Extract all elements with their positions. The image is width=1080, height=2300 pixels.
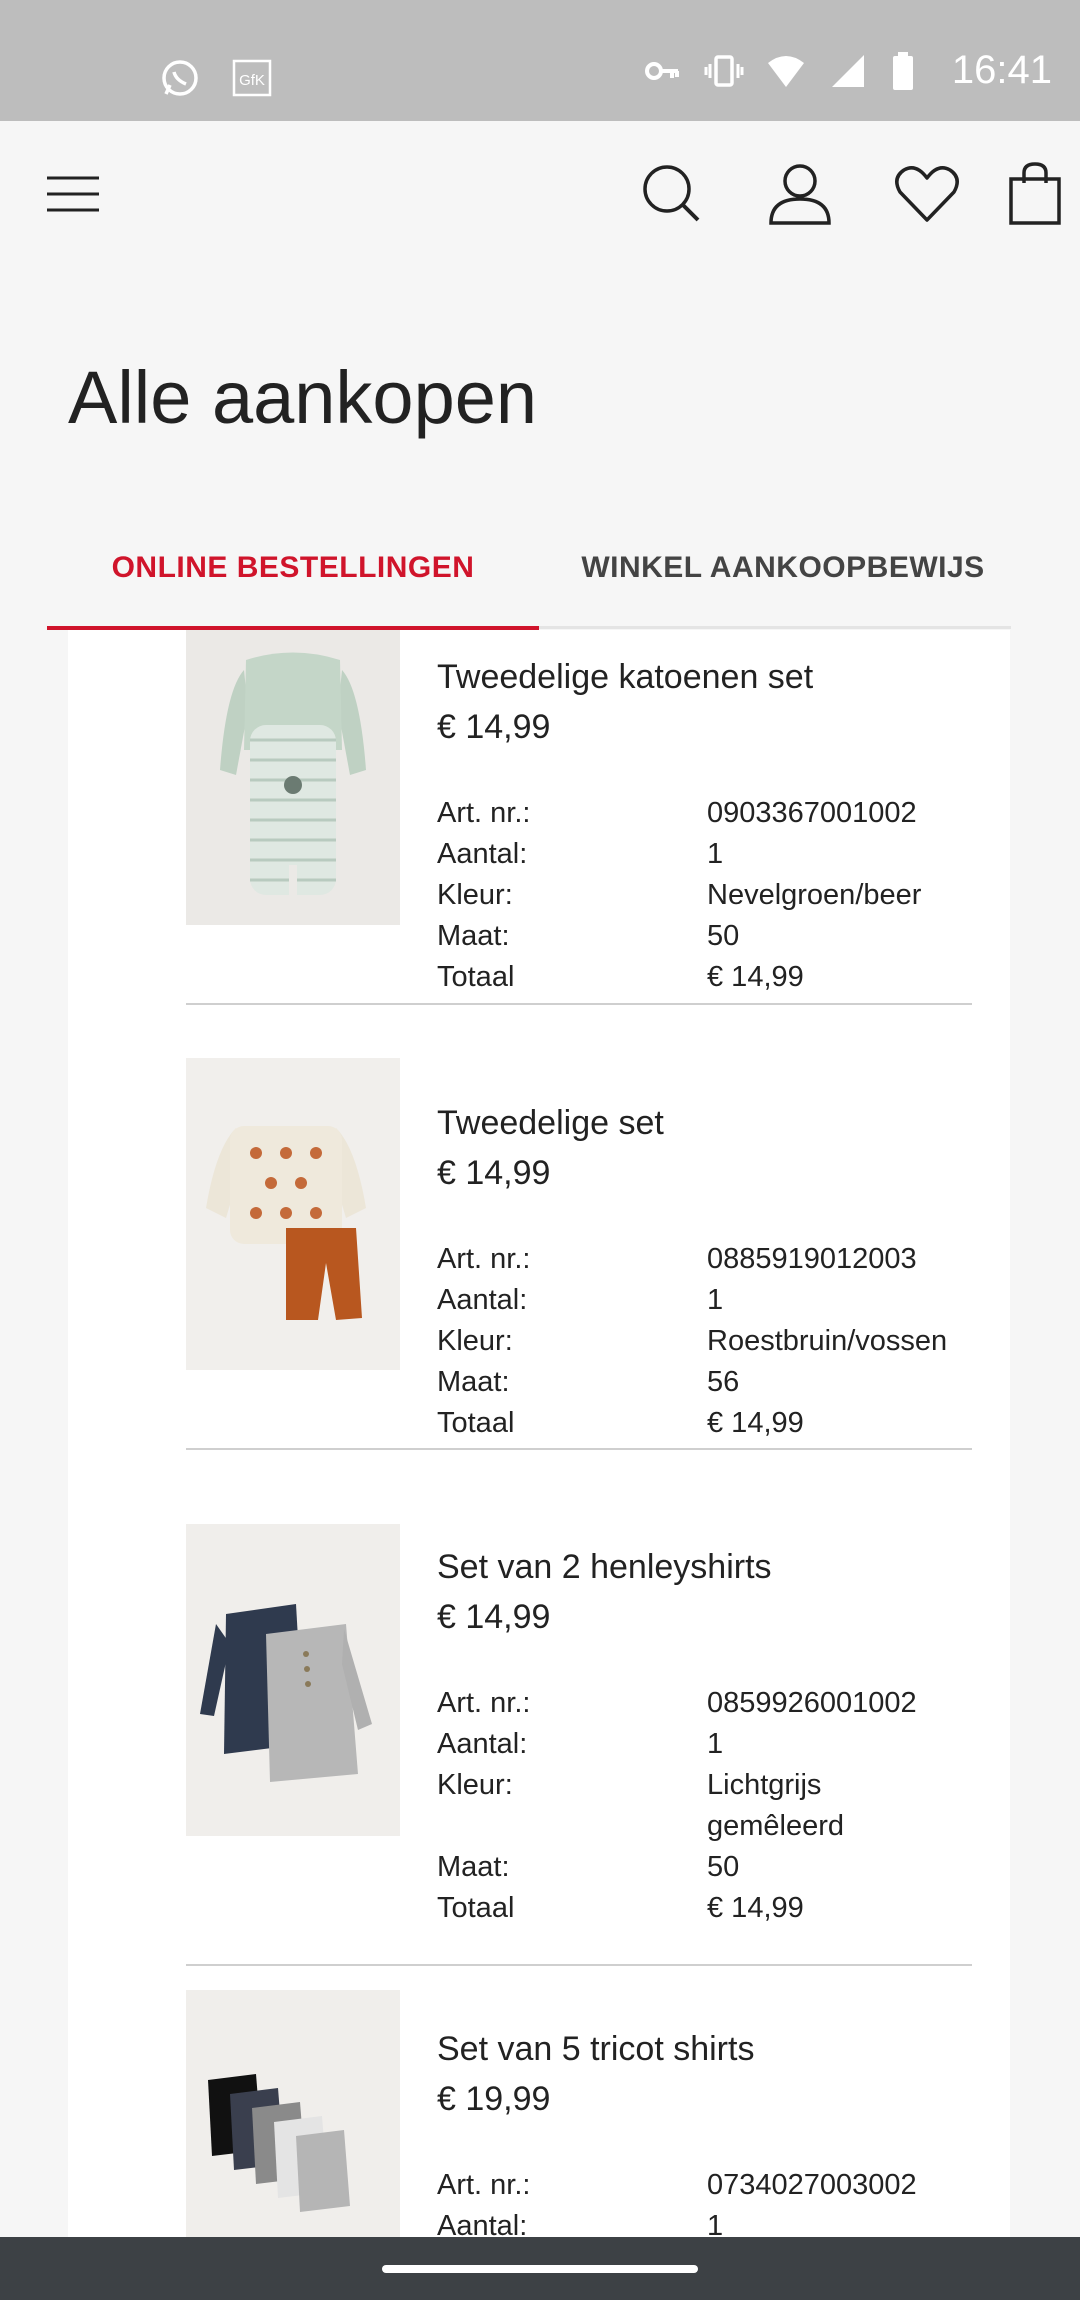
search-icon[interactable] — [637, 159, 707, 229]
total-label: Totaal — [437, 1407, 515, 1439]
product-details: Art. nr.: 0903367001002 Aantal: 1 Kleur: Ne… — [437, 793, 977, 998]
order-item-list: Tweedelige katoenen set € 14,99 Art. nr.… — [68, 630, 1010, 2240]
product-name[interactable]: Set van 5 tricot shirts — [437, 2030, 754, 2069]
total-value: € 14,99 — [707, 1892, 804, 1924]
menu-icon[interactable] — [38, 159, 108, 229]
quantity-value: 1 — [707, 1728, 724, 1760]
page-title: Alle aankopen — [68, 356, 538, 439]
key-icon — [642, 51, 682, 91]
status-time: 16:41 — [951, 48, 1052, 92]
product-image — [186, 1990, 400, 2240]
total-label: Totaal — [437, 961, 515, 993]
color-label: Kleur: — [437, 1769, 513, 1801]
item-divider — [186, 1964, 972, 1966]
quantity-label: Aantal: — [437, 2210, 528, 2240]
item-divider — [186, 1003, 972, 1005]
color-value-line-1: Lichtgrijs — [707, 1769, 822, 1801]
list-item[interactable]: Set van 5 tricot shirts € 19,99 Art. nr.… — [186, 1990, 972, 2240]
size-value: 50 — [707, 1851, 740, 1883]
art-number-label: Art. nr.: — [437, 797, 531, 829]
product-name[interactable]: Tweedelige katoenen set — [437, 658, 813, 697]
bag-icon[interactable] — [1000, 159, 1070, 229]
list-item[interactable]: Set van 2 henleyshirts € 14,99 Art. nr.:… — [186, 1524, 972, 1969]
product-image — [186, 630, 400, 925]
system-nav-bar — [0, 2237, 1080, 2300]
art-number-value: 0903367001002 — [707, 797, 917, 829]
art-number-value: 0885919012003 — [707, 1243, 917, 1275]
color-value-line-2: gemêleerd — [707, 1810, 845, 1842]
size-label: Maat: — [437, 1851, 510, 1883]
top-app-bar — [0, 121, 1080, 271]
color-label: Kleur: — [437, 879, 513, 911]
color-value: Nevelgroen/beer — [707, 879, 922, 911]
whatsapp-icon — [160, 58, 200, 98]
product-price: € 14,99 — [437, 708, 551, 746]
purchase-tabs: ONLINE BESTELLINGEN WINKEL AANKOOPBEWIJS — [47, 510, 1011, 630]
art-number-value: 0734027003002 — [707, 2169, 917, 2201]
home-gesture-handle[interactable] — [382, 2265, 698, 2273]
color-value: Lichtgrijs gemêleerd — [707, 1765, 977, 1847]
tab-store-receipts[interactable]: WINKEL AANKOOPBEWIJS — [555, 510, 1011, 626]
art-number-value: 0859926001002 — [707, 1687, 917, 1719]
quantity-label: Aantal: — [437, 1728, 528, 1760]
product-price: € 14,99 — [437, 1154, 551, 1192]
quantity-value: 1 — [707, 1284, 724, 1316]
product-details: Art. nr.: 0734027003002 Aantal: 1 — [437, 2165, 977, 2240]
product-name[interactable]: Tweedelige set — [437, 1104, 664, 1143]
product-details: Art. nr.: 0885919012003 Aantal: 1 Kleur: Ro… — [437, 1239, 977, 1444]
size-label: Maat: — [437, 920, 510, 952]
total-value: € 14,99 — [707, 961, 804, 993]
vibrate-icon — [704, 51, 744, 91]
tab-online-orders[interactable]: ONLINE BESTELLINGEN — [47, 510, 539, 630]
account-icon[interactable] — [765, 159, 835, 229]
wifi-icon — [766, 51, 806, 91]
size-value: 56 — [707, 1366, 740, 1398]
quantity-label: Aantal: — [437, 1284, 528, 1316]
product-details: Art. nr.: 0859926001002 Aantal: 1 Kleur: Li… — [437, 1683, 977, 1929]
art-number-label: Art. nr.: — [437, 2169, 531, 2201]
svg-text:GfK: GfK — [239, 72, 265, 89]
battery-icon — [890, 51, 930, 91]
color-value: Roestbruin/vossen — [707, 1325, 948, 1357]
product-image — [186, 1058, 400, 1370]
list-item[interactable]: Tweedelige set € 14,99 Art. nr.: 08859190… — [186, 1058, 972, 1453]
product-image — [186, 1524, 400, 1836]
quantity-value: 1 — [707, 838, 724, 870]
favorites-icon[interactable] — [892, 159, 962, 229]
art-number-label: Art. nr.: — [437, 1687, 531, 1719]
size-value: 50 — [707, 920, 740, 952]
product-price: € 19,99 — [437, 2080, 551, 2118]
total-value: € 14,99 — [707, 1407, 804, 1439]
product-price: € 14,99 — [437, 1598, 551, 1636]
color-label: Kleur: — [437, 1325, 513, 1357]
list-item[interactable]: Tweedelige katoenen set € 14,99 Art. nr.… — [186, 630, 972, 1008]
size-label: Maat: — [437, 1366, 510, 1398]
quantity-label: Aantal: — [437, 838, 528, 870]
gfk-icon: GfK — [232, 58, 272, 98]
product-name[interactable]: Set van 2 henleyshirts — [437, 1548, 772, 1587]
status-bar: GfK 16:41 — [0, 0, 1080, 121]
signal-icon — [828, 51, 868, 91]
item-divider — [186, 1448, 972, 1450]
art-number-label: Art. nr.: — [437, 1243, 531, 1275]
total-label: Totaal — [437, 1892, 515, 1924]
quantity-value: 1 — [707, 2210, 724, 2240]
